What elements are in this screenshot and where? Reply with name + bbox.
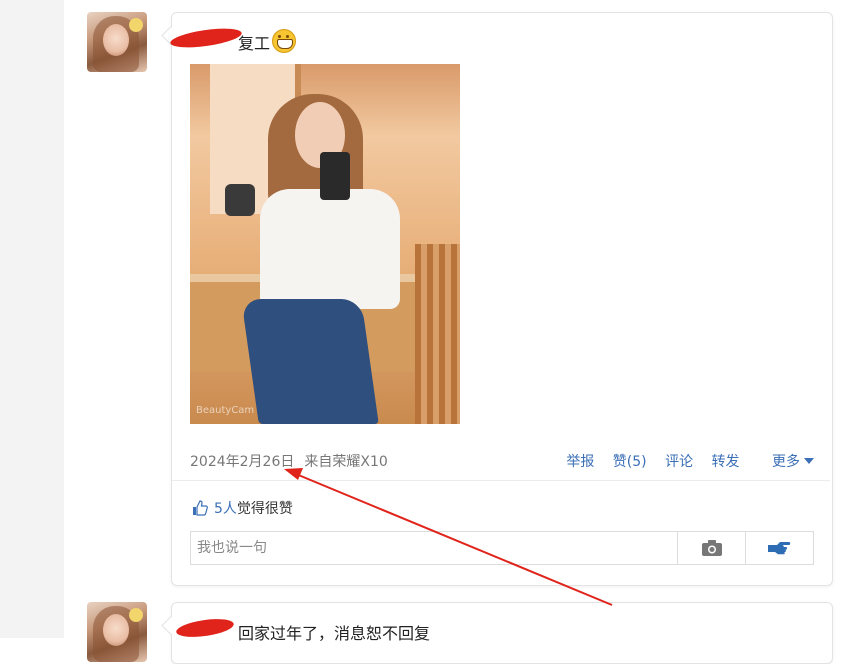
post-actions: 举报 赞(5) 评论 转发 更多 [552,451,814,471]
point-hand-icon [768,542,791,555]
post-text-content: 复工 [238,34,271,53]
photo-watermark: BeautyCam [196,405,255,416]
caret-down-icon [804,458,814,464]
post-date: 2024年2月26日 [190,454,295,470]
post-text: 复工 [238,29,297,54]
post-photo[interactable]: BeautyCam [190,64,460,424]
divider [172,480,830,481]
like-button[interactable]: 赞(5) [613,454,647,470]
likes-count[interactable]: 5人 [214,501,237,517]
left-sidebar [0,0,64,638]
thumb-up-icon [193,500,208,516]
grinning-emoji-icon [272,29,297,53]
more-button[interactable]: 更多 [758,454,814,470]
share-button[interactable]: 转发 [712,454,740,470]
post-meta: 2024年2月26日 来自荣耀X10 [190,451,388,471]
camera-icon [702,540,722,556]
reply-box [190,531,814,565]
likes-summary: 5人觉得很赞 [192,498,293,518]
report-button[interactable]: 举报 [566,454,594,470]
likes-suffix: 觉得很赞 [236,501,293,517]
avatar[interactable] [87,12,147,72]
comment-button[interactable]: 评论 [665,454,693,470]
post-text-content: 回家过年了，消息恕不回复 [238,624,431,643]
post-source: 来自荣耀X10 [304,454,388,470]
photo-button[interactable] [677,532,746,564]
send-button[interactable] [745,532,814,564]
reply-input[interactable] [191,532,677,564]
more-label: 更多 [772,454,800,470]
avatar[interactable] [87,602,147,662]
post-text: 回家过年了，消息恕不回复 [238,620,430,644]
